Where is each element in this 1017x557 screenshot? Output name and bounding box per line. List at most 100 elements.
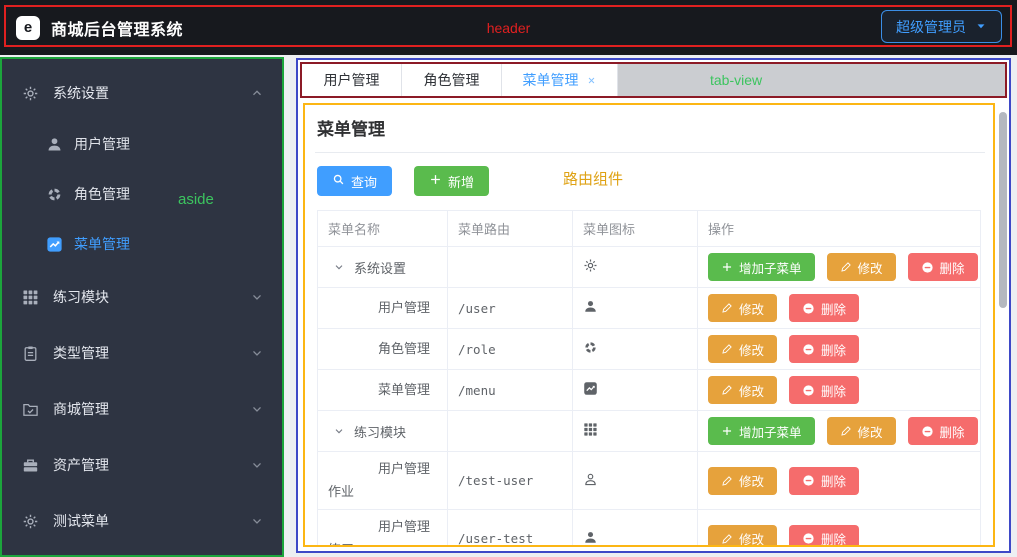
tab-1[interactable]: 角色管理 (402, 64, 502, 96)
sidebar-item-label: 类型管理 (53, 343, 109, 363)
aim-icon (583, 340, 598, 355)
gear-icon (22, 513, 40, 530)
search-icon (332, 173, 345, 189)
action-button-label: 修改 (858, 422, 883, 441)
chevron-down-icon[interactable] (333, 261, 345, 273)
cell-menu-route: /menu (448, 370, 573, 411)
cell-menu-icon (573, 288, 698, 329)
add-row-button[interactable]: 增加子菜单 (708, 417, 815, 445)
cell-menu-name: 系统设置 (318, 247, 448, 288)
toolbar: 查询新增 (315, 166, 985, 196)
menu-route-text: /user-test (458, 531, 533, 546)
sidebar-item-label: 练习模块 (53, 287, 109, 307)
sidebar-item-2[interactable]: 类型管理 (2, 325, 282, 381)
annotation-header-label: header (487, 20, 531, 36)
edit-row-button[interactable]: 修改 (708, 376, 777, 404)
action-button-label: 修改 (739, 381, 764, 400)
row-actions: 修改 删除 (708, 467, 970, 495)
router-view: 菜单管理 查询新增 路由组件 菜单名称 菜单路由 菜单图标 操作 系统设置增加子… (303, 103, 995, 547)
edit-row-button[interactable]: 修改 (708, 467, 777, 495)
plus-icon (429, 173, 442, 189)
chevron-down-icon[interactable] (333, 425, 345, 437)
user-menu-label: 超级管理员 (896, 17, 966, 37)
sidebar-sub-item-0-0[interactable]: 用户管理 (2, 119, 282, 169)
menu-name-text: 菜单管理 (328, 379, 437, 401)
grid-icon (22, 289, 40, 306)
tab-2[interactable]: 菜单管理 (502, 64, 618, 96)
delete-row-button[interactable]: 删除 (789, 376, 859, 404)
add-button[interactable]: 新增 (414, 166, 489, 196)
edit-icon (721, 343, 733, 355)
cell-menu-icon (573, 510, 698, 548)
row-actions: 增加子菜单修改删除 (708, 417, 970, 445)
delete-row-button[interactable]: 删除 (908, 417, 978, 445)
app-logo: e (16, 16, 40, 40)
cell-actions: 增加子菜单 修改 删除 (698, 247, 981, 288)
sidebar-item-3[interactable]: 商城管理 (2, 381, 282, 437)
remove-icon (802, 384, 815, 397)
scrollbar-thumb[interactable] (999, 112, 1007, 308)
sidebar-menu: 系统设置用户管理角色管理菜单管理练习模块类型管理商城管理资产管理测试菜单 (2, 59, 282, 549)
edit-row-button[interactable]: 修改 (827, 417, 896, 445)
sidebar-item-0[interactable]: 系统设置 (2, 67, 282, 119)
delete-row-button[interactable]: 删除 (908, 253, 978, 281)
table-row-2: 角色管理/role 修改 删除 (318, 329, 981, 370)
add-row-button[interactable]: 增加子菜单 (708, 253, 815, 281)
annotation-aside-label: aside (178, 191, 214, 208)
remove-icon (802, 343, 815, 356)
action-button-label: 删除 (821, 381, 846, 400)
sidebar-item-5[interactable]: 测试菜单 (2, 493, 282, 549)
tab-0[interactable]: 用户管理 (302, 64, 402, 96)
table-header-row: 菜单名称 菜单路由 菜单图标 操作 (318, 211, 981, 247)
cell-menu-route: /role (448, 329, 573, 370)
action-button-label: 修改 (739, 299, 764, 318)
table-row-0: 系统设置 增加子菜单 修改 删除 (318, 247, 981, 288)
delete-row-button[interactable]: 删除 (789, 525, 859, 548)
tab-label: 菜单管理 (523, 70, 579, 90)
remove-icon (802, 532, 815, 545)
cell-menu-route (448, 247, 573, 288)
user-outline-icon (583, 472, 598, 487)
user-solid-icon (583, 530, 598, 545)
col-menu-route: 菜单路由 (448, 211, 573, 247)
sidebar-sub-item-0-1[interactable]: 角色管理 (2, 169, 282, 219)
row-actions: 修改 删除 (708, 294, 970, 322)
search-button[interactable]: 查询 (317, 166, 392, 196)
col-menu-name: 菜单名称 (318, 211, 448, 247)
action-button-label: 增加子菜单 (739, 258, 802, 277)
delete-row-button[interactable]: 删除 (789, 294, 859, 322)
action-button-label: 增加子菜单 (739, 422, 802, 441)
menu-name-text: 角色管理 (328, 338, 437, 360)
edit-row-button[interactable]: 修改 (827, 253, 896, 281)
menu-name-text: 用户管理作业 (328, 458, 437, 502)
sidebar-item-1[interactable]: 练习模块 (2, 269, 282, 325)
row-actions: 增加子菜单修改删除 (708, 253, 970, 281)
cell-menu-route: /test-user (448, 452, 573, 510)
sidebar-item-4[interactable]: 资产管理 (2, 437, 282, 493)
action-button-label: 修改 (739, 340, 764, 359)
menu-name-text: 系统设置 (354, 258, 406, 277)
delete-row-button[interactable]: 删除 (789, 467, 859, 495)
action-button-label: 删除 (821, 299, 846, 318)
main-panel: 用户管理角色管理菜单管理tab-view 菜单管理 查询新增 路由组件 菜单名称… (296, 58, 1011, 553)
action-button-label: 删除 (821, 471, 846, 490)
edit-row-button[interactable]: 修改 (708, 525, 777, 548)
sidebar-sub-item-label: 用户管理 (74, 134, 130, 154)
edit-row-button[interactable]: 修改 (708, 294, 777, 322)
delete-row-button[interactable]: 删除 (789, 335, 859, 363)
sidebar-sub-item-0-2[interactable]: 菜单管理 (2, 219, 282, 269)
action-button-label: 修改 (858, 258, 883, 277)
cell-menu-route: /user-test (448, 510, 573, 548)
cell-menu-icon (573, 411, 698, 452)
remove-icon (921, 261, 934, 274)
menu-table: 菜单名称 菜单路由 菜单图标 操作 系统设置增加子菜单修改删除用户管理/user… (317, 210, 981, 547)
tab-label: 用户管理 (324, 70, 380, 90)
table-row-6: 用户管理练习/user-test修改删除 (318, 510, 981, 548)
close-icon[interactable] (586, 75, 597, 86)
col-actions: 操作 (698, 211, 981, 247)
sidebar-sub-item-label: 菜单管理 (74, 234, 130, 254)
user-menu-button[interactable]: 超级管理员 (881, 10, 1002, 43)
clipboard-icon (22, 345, 40, 362)
edit-row-button[interactable]: 修改 (708, 335, 777, 363)
col-menu-icon: 菜单图标 (573, 211, 698, 247)
